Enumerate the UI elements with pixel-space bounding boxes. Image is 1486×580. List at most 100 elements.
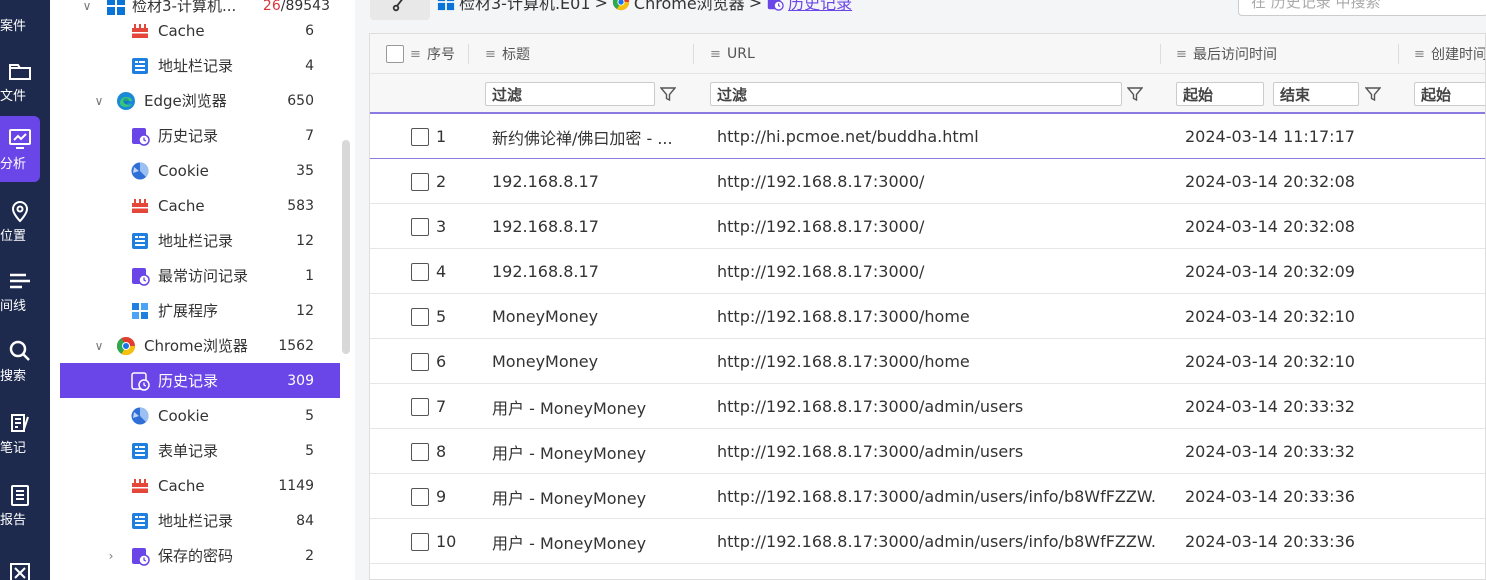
column-url[interactable]: ≡ URL — [710, 34, 755, 74]
rail-report[interactable]: 报告 — [0, 472, 40, 538]
chevron-down-icon[interactable]: ∨ — [92, 94, 106, 108]
breadcrumb-history[interactable]: 历史记录 — [788, 0, 852, 14]
tree-node-6[interactable]: 地址栏记录 12 — [60, 223, 340, 258]
edge-icon — [116, 91, 136, 111]
filter-icon[interactable] — [1360, 82, 1386, 106]
table-row[interactable]: 9 用户 - MoneyMoney http://192.168.8.17:3000… — [370, 474, 1485, 519]
row-checkbox[interactable] — [411, 249, 429, 294]
column-divider[interactable] — [1160, 44, 1161, 64]
tree-node-9[interactable]: ∨ Chrome浏览器 1562 — [60, 328, 340, 363]
tree-node-0[interactable]: Cache 6 — [60, 13, 340, 48]
column-index[interactable]: ≡ 序号 — [410, 34, 455, 74]
chevron-down-icon[interactable]: ∨ — [92, 339, 106, 353]
table-row[interactable]: 2 192.168.8.17 http://192.168.8.17:3000/20… — [370, 159, 1485, 204]
tree-node-15[interactable]: › 保存的密码 2 — [60, 538, 340, 573]
breadcrumb-chrome[interactable]: Chrome浏览器 — [634, 0, 745, 14]
tree-node-13[interactable]: Cache 1149 — [60, 468, 340, 503]
tree-node-5[interactable]: Cache 583 — [60, 188, 340, 223]
column-divider[interactable] — [693, 44, 694, 64]
table-row[interactable]: 1 新约佛论禅/佛曰加密 - ... http://hi.pcmoe.net/bud… — [370, 114, 1485, 159]
rail-files[interactable]: 文件 — [0, 48, 40, 114]
column-created[interactable]: ≡ 创建时间 — [1414, 34, 1485, 74]
back-button[interactable] — [370, 0, 430, 20]
rail-notes[interactable]: 笔记 — [0, 400, 40, 466]
chevron-right-icon[interactable]: › — [104, 549, 118, 563]
table-row[interactable]: 6 MoneyMoney http://192.168.8.17:3000/home… — [370, 339, 1485, 384]
column-last-visit-label: 最后访问时间 — [1193, 47, 1277, 63]
tree-node-14[interactable]: 地址栏记录 84 — [60, 503, 340, 538]
tree-node-3[interactable]: 历史记录 7 — [60, 118, 340, 153]
row-index: 7 — [436, 397, 447, 416]
row-checkbox[interactable] — [411, 474, 429, 519]
tree-node-7[interactable]: 最常访问记录 1 — [60, 258, 340, 293]
row-checkbox[interactable] — [411, 114, 429, 159]
filter-icon[interactable] — [1122, 82, 1148, 106]
rail-location[interactable]: 位置 — [0, 188, 40, 254]
row-title: 192.168.8.17 — [492, 217, 599, 236]
tree-node-1[interactable]: 地址栏记录 4 — [60, 48, 340, 83]
column-last-visit[interactable]: ≡ 最后访问时间 — [1176, 34, 1277, 74]
tree-node-10[interactable]: 历史记录 309 — [60, 363, 340, 398]
history-icon — [130, 266, 150, 286]
tree-node-12[interactable]: 表单记录 5 — [60, 433, 340, 468]
chevron-down-icon[interactable]: ∨ — [80, 0, 94, 13]
filter-row: 过滤 过滤 起始 结束 起始 — [370, 74, 1485, 114]
filter-icon[interactable] — [655, 82, 681, 106]
row-last-visit: 2024-03-14 20:32:09 — [1185, 262, 1355, 281]
table-row[interactable]: 3 192.168.8.17 http://192.168.8.17:3000/20… — [370, 204, 1485, 249]
menu-icon: ≡ — [410, 46, 421, 62]
row-checkbox[interactable] — [411, 384, 429, 429]
tree-node-count: 5 — [305, 407, 314, 424]
tree-node-label: Chrome浏览器 — [144, 337, 248, 355]
tree-node-11[interactable]: Cookie 5 — [60, 398, 340, 433]
breadcrumb-evidence[interactable]: 检材3-计算机.E01 — [459, 0, 591, 14]
analysis-icon — [8, 127, 32, 151]
table-row[interactable]: 7 用户 - MoneyMoney http://192.168.8.17:3000… — [370, 384, 1485, 429]
rail-tool[interactable] — [0, 540, 40, 580]
row-last-visit: 2024-03-14 20:32:10 — [1185, 352, 1355, 371]
tree-node-4[interactable]: Cookie 35 — [60, 153, 340, 188]
tree-node-count-selected: 26 — [262, 0, 281, 14]
row-last-visit: 2024-03-14 20:33:36 — [1185, 487, 1355, 506]
row-title: 用户 - MoneyMoney — [492, 533, 647, 553]
rail-case[interactable]: 案件 — [0, 0, 40, 44]
table-row[interactable]: 10 用户 - MoneyMoney http://192.168.8.17:300… — [370, 519, 1485, 564]
row-checkbox[interactable] — [411, 294, 429, 339]
last-visit-end-input[interactable]: 结束 — [1273, 82, 1359, 106]
row-last-visit: 2024-03-14 20:33:36 — [1185, 532, 1355, 551]
row-last-visit: 2024-03-14 20:33:32 — [1185, 397, 1355, 416]
tree-scrollbar[interactable] — [342, 140, 350, 354]
row-checkbox[interactable] — [411, 429, 429, 474]
row-checkbox[interactable] — [411, 519, 429, 564]
tree-node-label: 地址栏记录 — [158, 512, 234, 530]
report-icon — [8, 483, 32, 507]
table-row[interactable]: 5 MoneyMoney http://192.168.8.17:3000/home… — [370, 294, 1485, 339]
table-row[interactable]: 8 用户 - MoneyMoney http://192.168.8.17:3000… — [370, 429, 1485, 474]
column-divider[interactable] — [468, 44, 469, 64]
main-panel: 检材3-计算机.E01 > Chrome浏览器 > 历史记录 在 历史记录 中搜… — [355, 0, 1486, 580]
rail-timeline[interactable]: 间线 — [0, 258, 40, 324]
column-title[interactable]: ≡ 标题 — [485, 34, 530, 74]
extension-icon — [130, 301, 150, 321]
tree-node-label: 最常访问记录 — [158, 267, 249, 285]
row-checkbox[interactable] — [411, 204, 429, 249]
topbar: 检材3-计算机.E01 > Chrome浏览器 > 历史记录 在 历史记录 中搜… — [355, 0, 1486, 26]
title-filter-input[interactable]: 过滤 — [485, 82, 655, 106]
breadcrumb-separator: > — [594, 0, 608, 12]
tree-node-2[interactable]: ∨ Edge浏览器 650 — [60, 83, 340, 118]
row-checkbox[interactable] — [411, 159, 429, 204]
tree-node-8[interactable]: 扩展程序 12 — [60, 293, 340, 328]
table-row[interactable]: 4 192.168.8.17 http://192.168.8.17:3000/20… — [370, 249, 1485, 294]
row-title: MoneyMoney — [492, 352, 599, 371]
rail-search[interactable]: 搜索 — [0, 328, 40, 394]
column-divider[interactable] — [1398, 44, 1399, 64]
url-filter-input[interactable]: 过滤 — [710, 82, 1122, 106]
row-checkbox[interactable] — [411, 339, 429, 384]
created-start-input[interactable]: 起始 — [1414, 82, 1485, 106]
menu-icon: ≡ — [710, 46, 721, 62]
select-all-checkbox[interactable] — [386, 34, 404, 74]
search-input[interactable]: 在 历史记录 中搜索 — [1238, 0, 1486, 16]
row-index: 6 — [436, 352, 447, 371]
last-visit-start-input[interactable]: 起始 — [1176, 82, 1264, 106]
rail-analysis[interactable]: 分析 — [0, 116, 40, 182]
